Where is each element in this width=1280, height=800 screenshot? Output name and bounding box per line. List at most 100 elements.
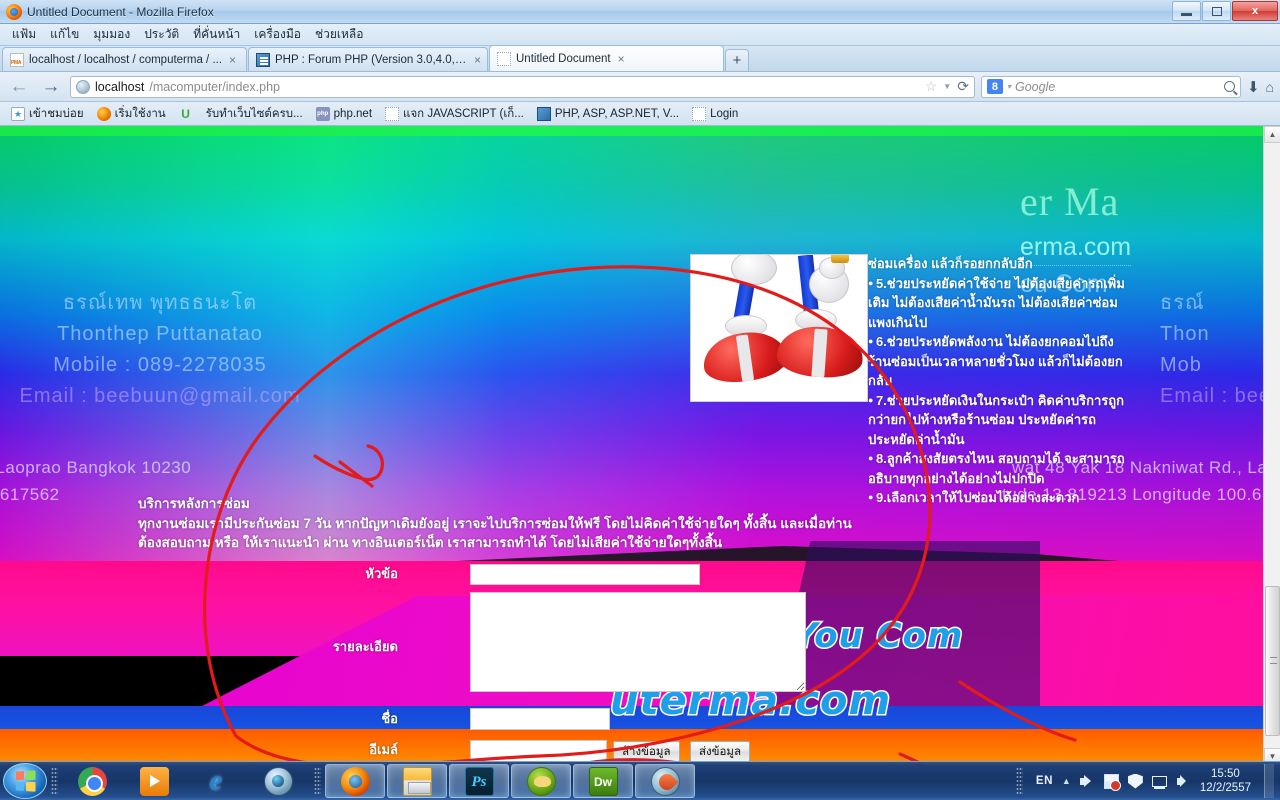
restore-button[interactable]	[1202, 1, 1231, 21]
taskbar-dreamweaver[interactable]: Dw	[573, 764, 633, 798]
bookmark-javascript[interactable]: แจก JAVASCRIPT (เก็...	[380, 104, 529, 124]
network-icon[interactable]	[1151, 774, 1167, 789]
close-button[interactable]: x	[1232, 1, 1278, 21]
search-placeholder: Google	[1014, 79, 1056, 94]
home-icon[interactable]: ⌂	[1266, 79, 1274, 95]
label-email: อีเมล์	[369, 742, 398, 757]
bookmark-login[interactable]: Login	[687, 106, 743, 122]
menu-tools[interactable]: เครื่องมือ	[248, 23, 307, 46]
google-logo-icon: 8	[986, 79, 1003, 94]
bookmark-label: php.net	[333, 107, 373, 120]
name-input[interactable]	[470, 708, 610, 730]
system-tray: EN ▲ 15:50 12/2/2557	[1012, 764, 1280, 798]
bookmark-star-icon[interactable]: ☆	[925, 78, 938, 95]
downloads-icon[interactable]: ⬇	[1247, 78, 1260, 96]
forward-button-icon[interactable]: →	[38, 76, 64, 98]
menu-bookmarks[interactable]: ที่คั่นหน้า	[187, 23, 246, 46]
sonic-mascot-image	[690, 254, 868, 402]
volume-mute-icon[interactable]	[1079, 774, 1095, 789]
clock[interactable]: 15:50 12/2/2557	[1200, 767, 1251, 796]
service-blurb-line1: ทุกงานซ่อมเรามีประกันซ่อม 7 วัน หากปัญหา…	[138, 515, 852, 531]
taskbar-rocket[interactable]	[635, 764, 695, 798]
search-engine-chevron-icon[interactable]: ▾	[1007, 82, 1011, 91]
tab-phpmyadmin[interactable]: localhost / localhost / computerma / ...…	[2, 47, 247, 71]
taskbar-gripper[interactable]	[51, 767, 58, 795]
blue-doc-favicon-icon	[256, 52, 270, 67]
search-icon[interactable]	[1223, 81, 1235, 92]
browser-viewport: er Ma erma.com ou Com ธรณ์เทพ พุทธธนะโต …	[0, 126, 1280, 765]
submit-button[interactable]: ส่งข้อมูล	[690, 741, 751, 762]
menu-file[interactable]: แฟ้ม	[6, 23, 42, 46]
email-input[interactable]	[470, 740, 607, 762]
firefox-icon	[340, 766, 370, 796]
bookmark-ubuntu[interactable]: U	[174, 106, 198, 122]
feature-item: 6.ช่วยประหยัดพลังงาน ไม่ต้องยกคอมไปถึงร้…	[868, 332, 1128, 391]
language-indicator[interactable]: EN	[1036, 775, 1053, 787]
search-input[interactable]: 8 ▾ Google	[980, 75, 1241, 98]
firefox-logo-icon	[6, 3, 22, 20]
taskbar-chrome[interactable]	[62, 764, 122, 798]
clear-button[interactable]: ล้างข้อมูล	[613, 741, 680, 762]
chrome-icon	[77, 766, 107, 796]
tab-label: PHP : Forum PHP (Version 3.0,4.0,5.0)...	[275, 53, 467, 66]
taskbar-webcam[interactable]	[248, 764, 308, 798]
back-button-icon[interactable]: ←	[6, 76, 32, 98]
feature-item: 7.ช่วยประหยัดเงินในกระเป๋า คิดค่าบริการถ…	[868, 391, 1128, 450]
taskbar-explorer[interactable]	[387, 764, 447, 798]
menu-help[interactable]: ช่วยเหลือ	[309, 23, 370, 46]
navigation-toolbar: ← → localhost /macomputer/index.php ☆ ▼ …	[0, 72, 1280, 102]
bookmark-label: เข้าชมบ่อย	[29, 107, 84, 120]
watermark-you-com: You Com	[791, 615, 964, 658]
scrollbar-grip-icon	[1270, 657, 1277, 664]
feature-item: ซ่อมเครื่อง แล้วก็รอยกกลับอีก	[868, 256, 1033, 271]
internet-explorer-icon: e	[210, 765, 222, 795]
address-bar[interactable]: localhost /macomputer/index.php ☆ ▼ ⟳	[70, 75, 975, 98]
label-detail: รายละเอียด	[332, 639, 398, 654]
windows-taskbar: e Ps Dw EN ▲ 15:50 12/2/2557	[0, 761, 1280, 800]
action-center-flag-icon[interactable]	[1103, 773, 1121, 791]
speaker-icon[interactable]	[1176, 774, 1191, 789]
scroll-up-button[interactable]: ▲	[1264, 126, 1280, 143]
blank-page-icon	[692, 106, 707, 121]
vertical-scrollbar[interactable]: ▲ ▼	[1263, 126, 1280, 765]
bookmark-label: แจก JAVASCRIPT (เก็...	[403, 107, 524, 120]
tab-close-icon[interactable]: ×	[229, 53, 236, 67]
reload-icon[interactable]: ⟳	[957, 78, 969, 95]
bookmark-label: PHP, ASP, ASP.NET, V...	[554, 107, 680, 120]
tab-php-forum[interactable]: PHP : Forum PHP (Version 3.0,4.0,5.0)...…	[248, 47, 488, 71]
bookmark-webdesign[interactable]: รับทำเว็บไซต์ครบ...	[201, 104, 308, 124]
taskbar-photoshop[interactable]: Ps	[449, 764, 509, 798]
tray-gripper[interactable]	[1015, 767, 1023, 795]
bookmark-label: รับทำเว็บไซต์ครบ...	[205, 107, 303, 120]
window-titlebar: Untitled Document - Mozilla Firefox x	[0, 0, 1280, 24]
security-shield-icon[interactable]	[1127, 773, 1143, 789]
show-desktop-button[interactable]	[1264, 764, 1274, 798]
detail-textarea[interactable]	[470, 592, 806, 692]
bookmark-phpnet[interactable]: php php.net	[311, 106, 377, 122]
bookmark-getting-started[interactable]: เริ่มใช้งาน	[92, 104, 171, 124]
show-hidden-icons-icon[interactable]: ▲	[1062, 776, 1071, 786]
menu-history[interactable]: ประวัติ	[138, 23, 185, 46]
bookmark-php-asp[interactable]: PHP, ASP, ASP.NET, V...	[532, 106, 684, 122]
taskbar-gripper[interactable]	[314, 767, 321, 795]
minimize-button[interactable]	[1172, 1, 1201, 21]
menu-edit[interactable]: แก้ไข	[44, 23, 85, 46]
tab-label: Untitled Document	[516, 52, 611, 65]
clock-time: 15:50	[1211, 767, 1240, 780]
scrollbar-thumb[interactable]	[1265, 586, 1280, 736]
start-button[interactable]	[3, 763, 47, 799]
menu-view[interactable]: มุมมอง	[87, 23, 136, 46]
tab-close-icon[interactable]: ×	[618, 52, 625, 66]
new-tab-button[interactable]: +	[725, 49, 749, 71]
chevron-down-icon[interactable]: ▼	[943, 82, 951, 91]
bookmark-most-visited[interactable]: ★ เข้าชมบ่อย	[6, 104, 89, 124]
tab-untitled-document[interactable]: Untitled Document ×	[489, 45, 724, 71]
taskbar-media-player[interactable]	[124, 764, 184, 798]
taskbar-firefox[interactable]	[325, 764, 385, 798]
taskbar-messenger[interactable]	[511, 764, 571, 798]
topic-input[interactable]	[470, 564, 700, 585]
sonic-gold-band	[831, 255, 849, 263]
tab-close-icon[interactable]: ×	[474, 53, 481, 67]
taskbar-internet-explorer[interactable]: e	[186, 764, 246, 798]
feature-list: ซ่อมเครื่อง แล้วก็รอยกกลับอีก 5.ช่วยประห…	[868, 254, 1128, 508]
